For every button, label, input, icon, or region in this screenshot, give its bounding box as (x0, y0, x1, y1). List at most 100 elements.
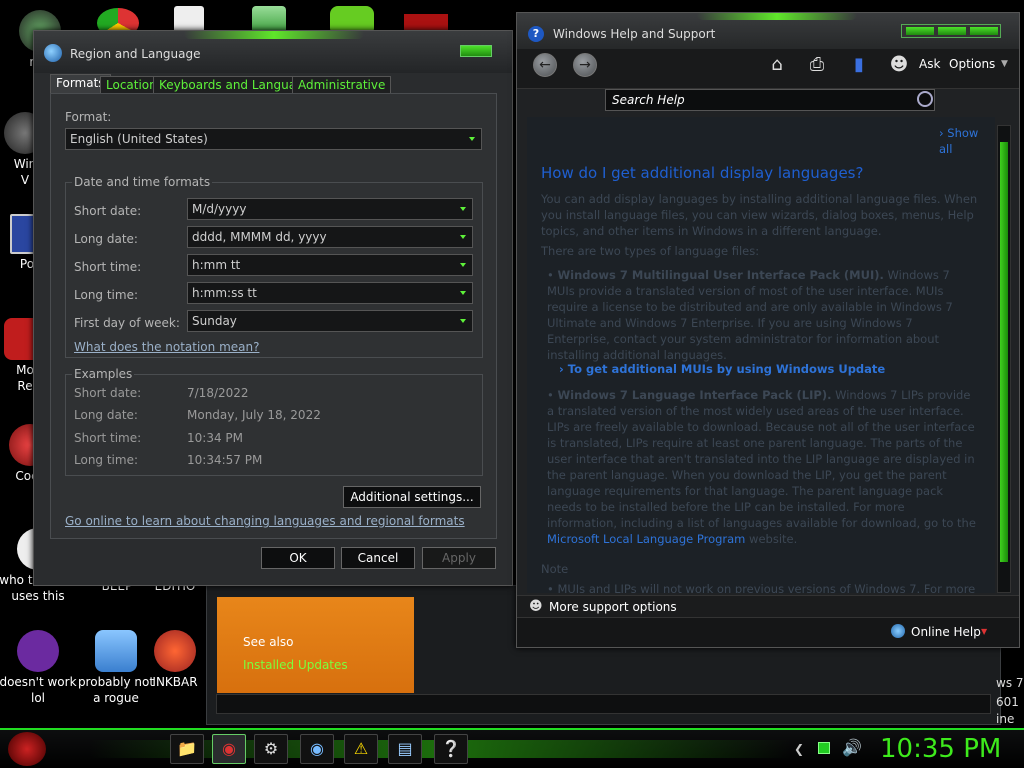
additional-settings-button[interactable]: Additional settings... (343, 486, 481, 508)
notation-link[interactable]: What does the notation mean? (74, 340, 259, 354)
desktop-icon-inkbar[interactable]: INKBAR (140, 630, 210, 690)
chrome-taskbar-icon[interactable]: ◉ (212, 734, 246, 764)
background-window-statusbar (216, 694, 991, 714)
paragraph-2: There are two types of language files: (541, 244, 760, 258)
help-icon: ? (528, 26, 544, 42)
title-bar[interactable]: Region and Language (34, 31, 512, 73)
online-help-button[interactable]: Online Help (911, 625, 981, 639)
example-short-date-label: Short date: (74, 386, 142, 400)
long-time-dropdown[interactable]: h:mm:ss tt (187, 282, 473, 304)
title-glow (697, 13, 857, 20)
warning-taskbar-icon[interactable]: ⚠ (344, 734, 378, 764)
chevron-down-icon (460, 263, 466, 267)
installed-updates-link[interactable]: Installed Updates (243, 658, 348, 672)
help-taskbar-icon[interactable]: ❔ (434, 734, 468, 764)
minimize-button[interactable] (906, 27, 934, 35)
vertical-scrollbar[interactable] (997, 125, 1011, 593)
search-help-input[interactable]: Search Help (605, 89, 935, 111)
forward-button[interactable]: → (573, 53, 597, 77)
lip-end: website. (745, 532, 798, 546)
note-text: MUIs and LIPs will not work on previous … (557, 582, 976, 593)
example-short-date-value: 7/18/2022 (187, 386, 249, 400)
show-hidden-icons[interactable]: ❮ (794, 742, 804, 756)
options-button[interactable]: Options (949, 57, 995, 71)
example-short-time-value: 10:34 PM (187, 431, 243, 445)
short-time-value: h:mm tt (192, 258, 241, 272)
example-long-date-label: Long date: (74, 408, 138, 422)
globe-icon (44, 44, 62, 62)
show-all-link[interactable]: › Show all (939, 125, 995, 157)
short-date-value: M/d/yyyy (192, 202, 247, 216)
paragraph-1: You can add display languages by install… (541, 192, 978, 238)
short-date-dropdown[interactable]: M/d/yyyy (187, 198, 473, 220)
edge-text-2: 601 (996, 695, 1019, 709)
region-taskbar-icon[interactable]: ◉ (300, 734, 334, 764)
close-button[interactable] (460, 45, 492, 57)
lip-title: Windows 7 Language Interface Pack (LIP). (557, 388, 832, 402)
chevron-down-icon (469, 137, 475, 141)
globe-icon (891, 624, 905, 638)
maximize-button[interactable] (938, 27, 966, 35)
ok-button[interactable]: OK (261, 547, 335, 569)
online-learn-link[interactable]: Go online to learn about changing langua… (65, 514, 465, 528)
help-and-support-window: ? Windows Help and Support ← → ⌂ ⎙ ▮ ☻ A… (516, 12, 1020, 648)
example-long-time-label: Long time: (74, 453, 139, 467)
chevron-down-icon: ▼ (981, 627, 988, 636)
see-also-panel: See also Installed Updates (217, 597, 414, 693)
ask-icon[interactable]: ☻ (887, 53, 911, 77)
taskbar: 📁 ◉ ⚙ ◉ ⚠ ▤ ❔ ❮ 🔊 10:35 PM (0, 728, 1024, 768)
cancel-button[interactable]: Cancel (341, 547, 415, 569)
close-button[interactable] (970, 27, 998, 35)
mui-link[interactable]: › To get additional MUIs by using Window… (559, 361, 885, 377)
app-taskbar-icon[interactable]: ⚙ (254, 734, 288, 764)
format-label: Format: (65, 110, 112, 124)
help-article: › Show all How do I get additional displ… (527, 117, 995, 593)
clock[interactable]: 10:35 PM (880, 734, 1001, 764)
desktop-icon-label: Po (19, 257, 35, 271)
title-glow (184, 31, 364, 39)
start-button[interactable] (8, 732, 46, 766)
gears-icon (95, 630, 137, 672)
short-time-dropdown[interactable]: h:mm tt (187, 254, 473, 276)
long-time-value: h:mm:ss tt (192, 286, 257, 300)
chevron-down-icon: ▼ (1001, 59, 1008, 69)
print-icon[interactable]: ⎙ (805, 53, 829, 77)
volume-icon[interactable]: 🔊 (842, 738, 862, 757)
first-day-dropdown[interactable]: Sunday (187, 310, 473, 332)
first-day-value: Sunday (192, 314, 237, 328)
edge-text-3: ine (996, 712, 1015, 726)
tab-administrative[interactable]: Administrative (292, 76, 392, 94)
explorer-taskbar-icon[interactable]: 📁 (170, 734, 204, 764)
apply-button[interactable]: Apply (422, 547, 496, 569)
window-title: Region and Language (70, 47, 201, 61)
network-taskbar-icon[interactable]: ▤ (388, 734, 422, 764)
lip-link[interactable]: Microsoft Local Language Program (547, 532, 745, 546)
long-date-value: dddd, MMMM dd, yyyy (192, 230, 327, 244)
desktop-icon-label: Mo Re (16, 363, 34, 393)
back-button[interactable]: ← (533, 53, 557, 77)
format-dropdown[interactable]: English (United States) (65, 128, 482, 150)
window-controls[interactable] (901, 24, 1001, 38)
chevron-down-icon (460, 235, 466, 239)
article-heading: How do I get additional display language… (541, 164, 864, 182)
example-long-time-value: 10:34:57 PM (187, 453, 263, 467)
more-support-options[interactable]: More support options (549, 600, 677, 614)
mui-text: Windows 7 MUIs provide a translated vers… (547, 268, 953, 362)
more-support-bar[interactable]: ☻ More support options (517, 595, 1019, 617)
chevron-down-icon (460, 319, 466, 323)
mui-link-text: To get additional MUIs by using Windows … (567, 362, 886, 376)
tray-battery-icon[interactable] (818, 742, 830, 754)
long-time-label: Long time: (74, 288, 139, 302)
scrollbar-thumb[interactable] (1000, 142, 1008, 562)
format-value: English (United States) (70, 132, 208, 146)
first-day-label: First day of week: (74, 316, 180, 330)
ask-button[interactable]: Ask (919, 57, 940, 71)
long-date-dropdown[interactable]: dddd, MMMM dd, yyyy (187, 226, 473, 248)
note-heading: Note (541, 562, 569, 576)
browse-help-icon[interactable]: ▮ (847, 53, 871, 77)
formats-panel: Format: English (United States) Date and… (50, 93, 497, 539)
title-bar[interactable]: ? Windows Help and Support (517, 13, 1019, 49)
group-title: Date and time formats (72, 175, 213, 189)
home-icon[interactable]: ⌂ (765, 53, 789, 77)
search-icon[interactable] (917, 91, 933, 107)
